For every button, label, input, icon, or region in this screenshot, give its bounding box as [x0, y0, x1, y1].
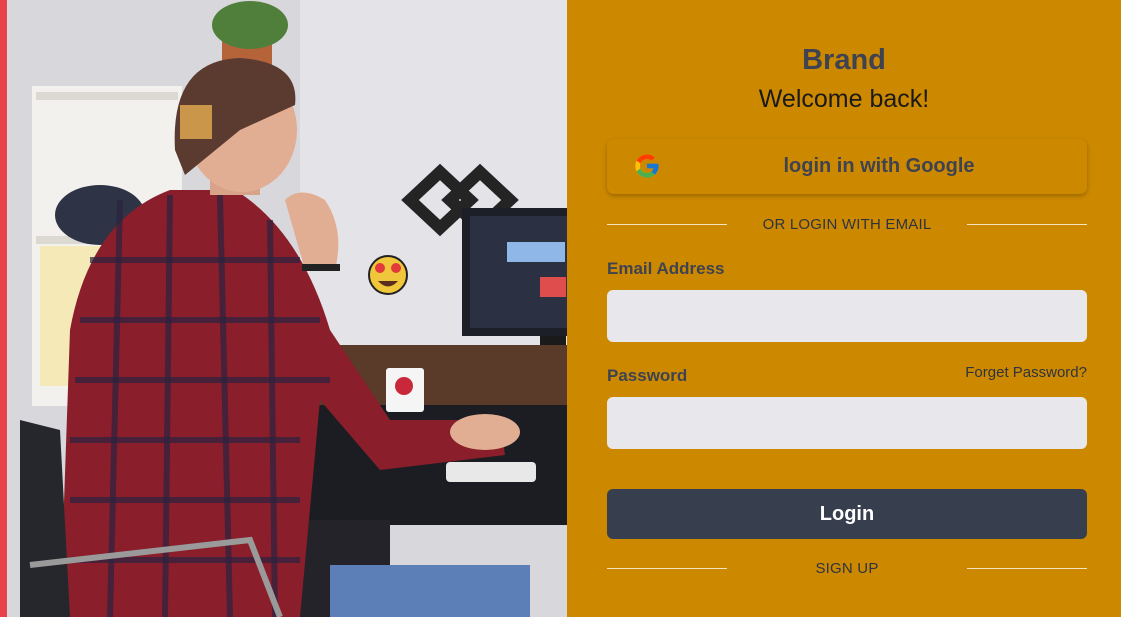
divider-line-left	[607, 224, 727, 225]
google-icon	[635, 154, 659, 178]
forgot-password-link[interactable]: Forget Password?	[965, 364, 1087, 381]
login-page: Brand Welcome back! login in with Google…	[0, 0, 1121, 617]
email-field[interactable]	[607, 290, 1087, 342]
email-divider: OR LOGIN WITH EMAIL	[607, 216, 1087, 233]
divider-line-left	[607, 568, 727, 569]
workspace-illustration	[0, 0, 567, 617]
brand-title: Brand	[802, 44, 886, 76]
signup-link[interactable]: SIGN UP	[727, 560, 967, 577]
email-label: Email Address	[607, 259, 725, 278]
divider-line-right	[967, 224, 1087, 225]
google-login-label: login in with Google	[783, 155, 975, 177]
google-login-button[interactable]: login in with Google	[607, 139, 1087, 194]
login-panel: Brand Welcome back! login in with Google…	[567, 0, 1121, 617]
password-label: Password	[607, 366, 688, 385]
signup-divider: SIGN UP	[607, 560, 1087, 577]
hero-photo	[0, 0, 567, 617]
email-divider-text: OR LOGIN WITH EMAIL	[762, 216, 932, 233]
accent-bar	[0, 0, 7, 617]
divider-line-right	[967, 568, 1087, 569]
login-button[interactable]: Login	[607, 489, 1087, 539]
welcome-heading: Welcome back!	[758, 85, 930, 113]
password-field[interactable]	[607, 397, 1087, 449]
